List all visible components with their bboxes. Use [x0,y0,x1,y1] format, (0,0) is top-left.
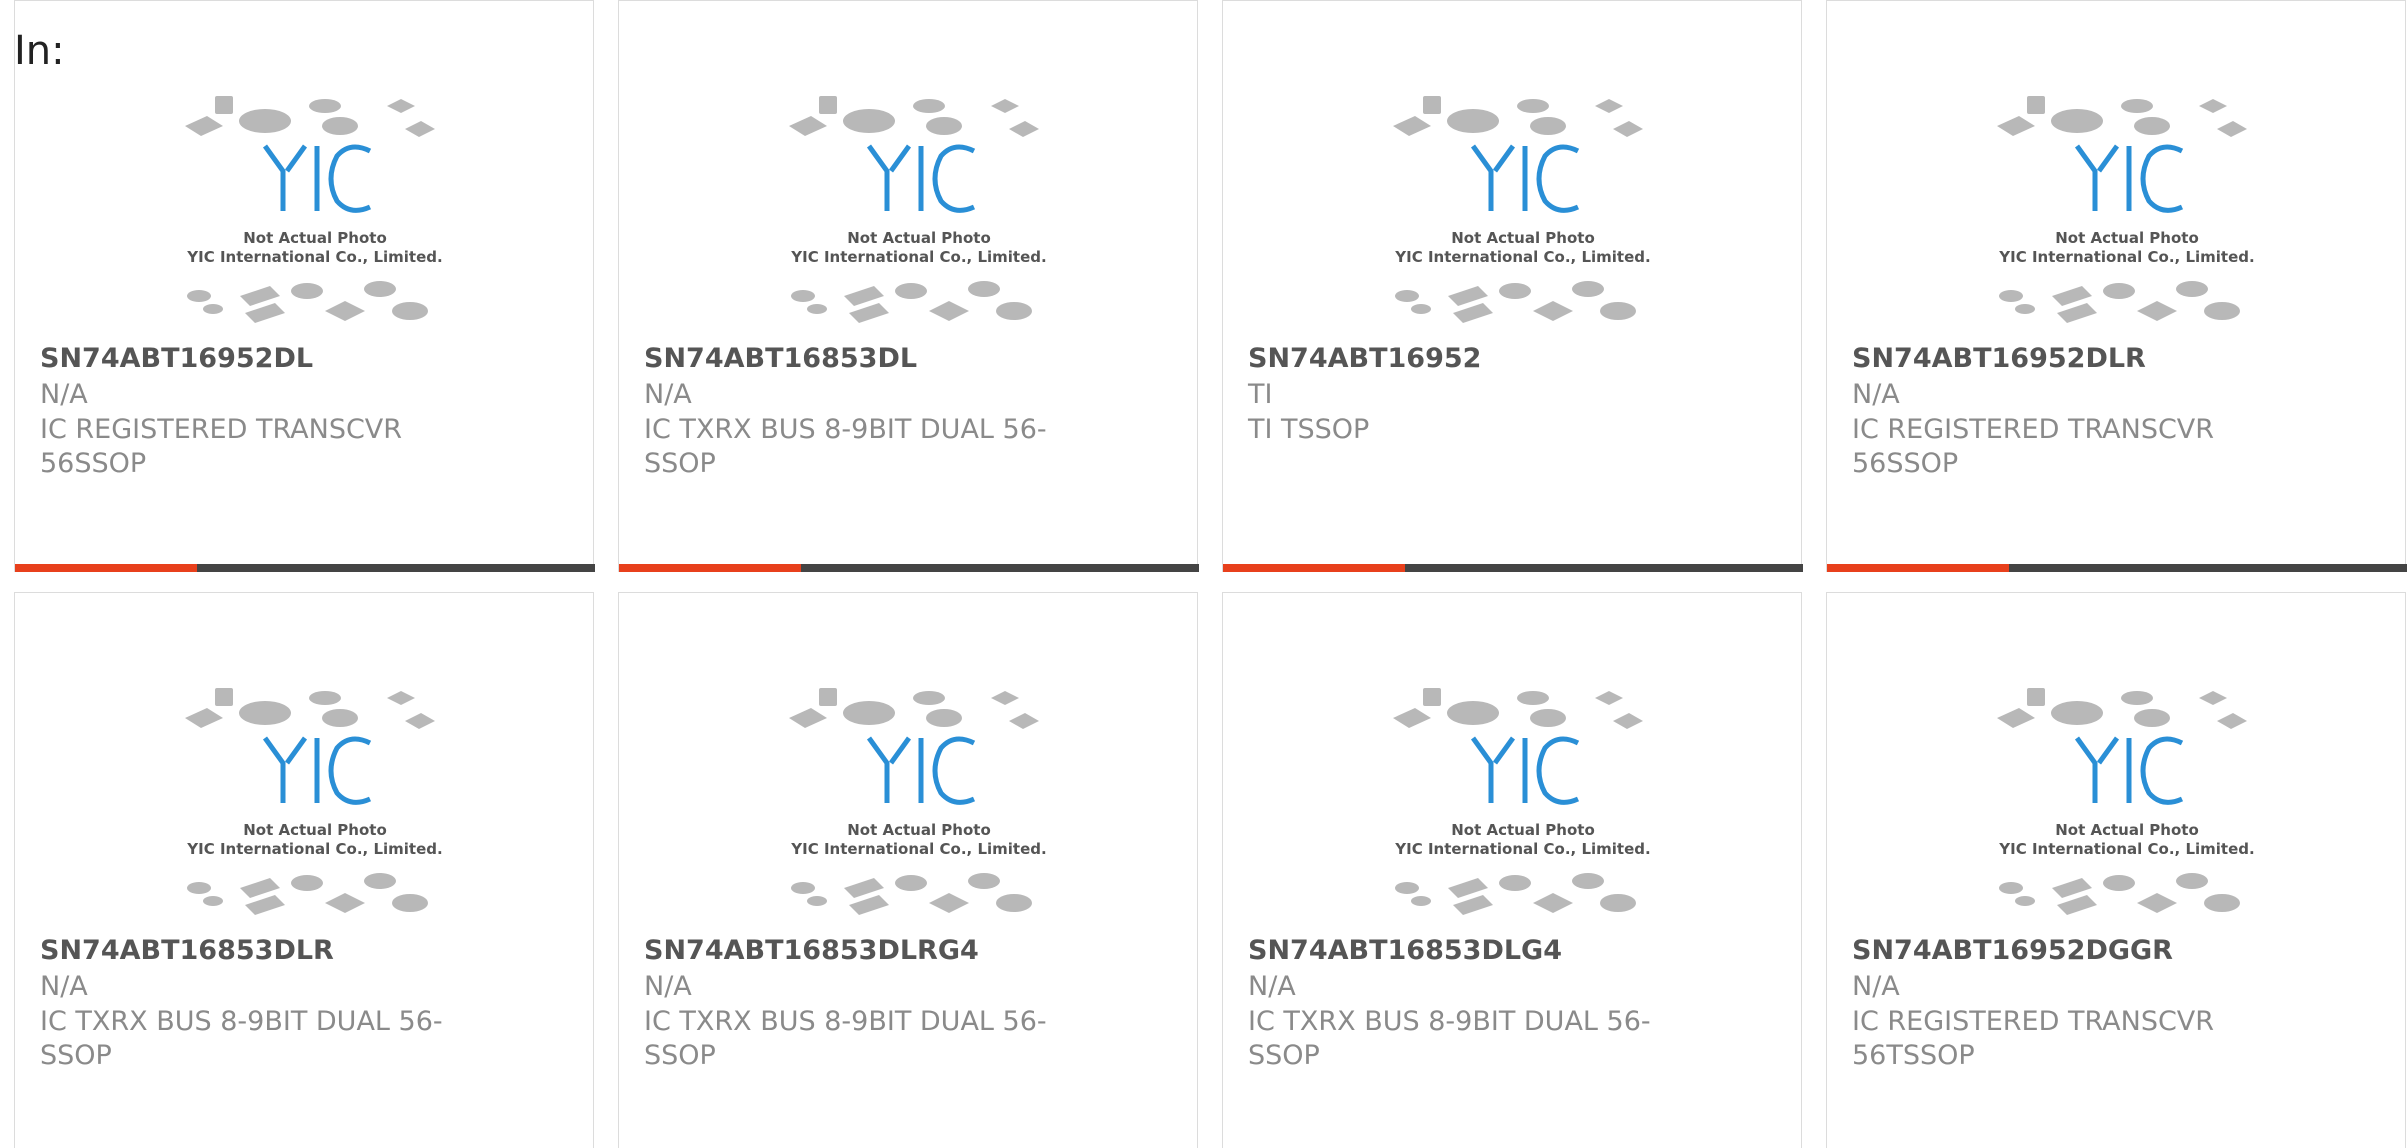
product-grid: Not Actual Photo YIC International Co., … [14,0,2407,1148]
placeholder-line2: YIC International Co., Limited. [1394,840,1650,858]
card-accent-bar [15,564,595,572]
description: TI TSSOP [1248,414,1370,445]
product-card[interactable]: Not Actual Photo YIC International Co., … [1826,0,2407,572]
placeholder-line2: YIC International Co., Limited. [1998,248,2254,266]
part-number-link[interactable]: SN74ABT16952DGGR [1852,935,2173,966]
placeholder-line1: Not Actual Photo [847,229,991,247]
product-placeholder-image[interactable]: Not Actual Photo YIC International Co., … [165,683,465,923]
placeholder-line1: Not Actual Photo [1451,821,1595,839]
manufacturer: N/A [1852,971,1900,1002]
part-number-link[interactable]: SN74ABT16952 [1248,343,1481,374]
product-placeholder-image[interactable]: Not Actual Photo YIC International Co., … [1977,91,2277,331]
placeholder-line1: Not Actual Photo [2055,821,2199,839]
description: IC REGISTERED TRANSCVR 56SSOP [40,414,403,479]
product-grid-page: Not Actual Photo YIC International Co., … [0,0,2408,1148]
description: IC REGISTERED TRANSCVR 56TSSOP [1852,1006,2215,1071]
filter-label: In: [14,28,65,74]
manufacturer: TI [1248,379,1273,410]
placeholder-line1: Not Actual Photo [243,229,387,247]
product-placeholder-image[interactable]: Not Actual Photo YIC International Co., … [1373,91,1673,331]
description: IC TXRX BUS 8-9BIT DUAL 56-SSOP [1248,1006,1651,1071]
placeholder-line2: YIC International Co., Limited. [790,840,1046,858]
part-number-link[interactable]: SN74ABT16853DLG4 [1248,935,1562,966]
placeholder-line2: YIC International Co., Limited. [186,248,442,266]
placeholder-line1: Not Actual Photo [243,821,387,839]
product-card[interactable]: Not Actual Photo YIC International Co., … [1222,0,1803,572]
product-placeholder-image[interactable]: Not Actual Photo YIC International Co., … [769,683,1069,923]
part-number-link[interactable]: SN74ABT16853DLR [40,935,334,966]
product-placeholder-image[interactable]: Not Actual Photo YIC International Co., … [769,91,1069,331]
product-card[interactable]: Not Actual Photo YIC International Co., … [618,592,1198,1148]
description: IC TXRX BUS 8-9BIT DUAL 56-SSOP [644,1006,1047,1071]
description: IC REGISTERED TRANSCVR 56SSOP [1852,414,2215,479]
placeholder-line2: YIC International Co., Limited. [186,840,442,858]
placeholder-line1: Not Actual Photo [1451,229,1595,247]
product-card[interactable]: Not Actual Photo YIC International Co., … [1826,592,2406,1148]
part-number-link[interactable]: SN74ABT16952DL [40,343,313,374]
placeholder-line1: Not Actual Photo [2055,229,2199,247]
part-number-link[interactable]: SN74ABT16952DLR [1852,343,2146,374]
manufacturer: N/A [40,971,88,1002]
product-card[interactable]: Not Actual Photo YIC International Co., … [14,0,595,572]
manufacturer: N/A [644,971,692,1002]
manufacturer: N/A [1248,971,1296,1002]
product-placeholder-image[interactable]: Not Actual Photo YIC International Co., … [1977,683,2277,923]
placeholder-line2: YIC International Co., Limited. [1394,248,1650,266]
card-accent-bar [619,564,1199,572]
manufacturer: N/A [40,379,88,410]
placeholder-line2: YIC International Co., Limited. [790,248,1046,266]
manufacturer: N/A [1852,379,1900,410]
part-number-link[interactable]: SN74ABT16853DL [644,343,917,374]
card-accent-bar [1827,564,2407,572]
description: IC TXRX BUS 8-9BIT DUAL 56-SSOP [40,1006,443,1071]
product-placeholder-image[interactable]: Not Actual Photo YIC International Co., … [1373,683,1673,923]
product-card[interactable]: Not Actual Photo YIC International Co., … [618,0,1199,572]
card-accent-bar [1223,564,1803,572]
product-card[interactable]: Not Actual Photo YIC International Co., … [1222,592,1802,1148]
manufacturer: N/A [644,379,692,410]
part-number-link[interactable]: SN74ABT16853DLRG4 [644,935,979,966]
description: IC TXRX BUS 8-9BIT DUAL 56-SSOP [644,414,1047,479]
product-placeholder-image[interactable]: Not Actual Photo YIC International Co., … [165,91,465,331]
placeholder-line1: Not Actual Photo [847,821,991,839]
product-card[interactable]: Not Actual Photo YIC International Co., … [14,592,594,1148]
placeholder-line2: YIC International Co., Limited. [1998,840,2254,858]
